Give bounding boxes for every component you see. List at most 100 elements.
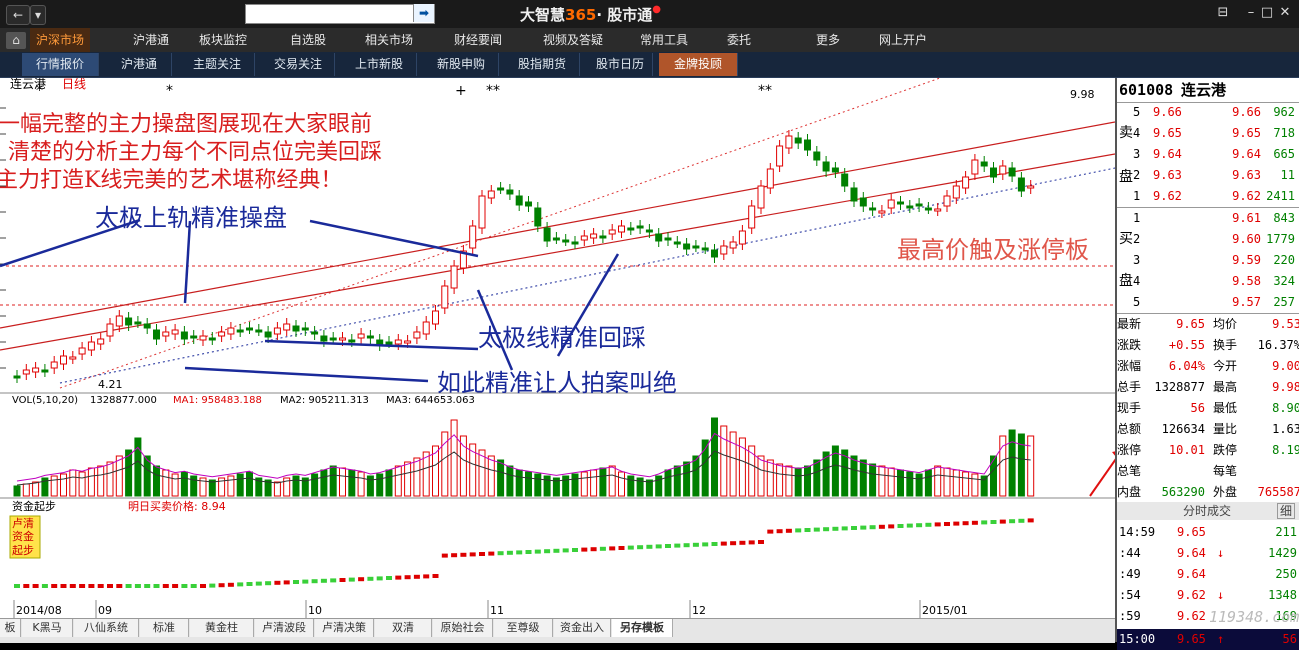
main-menu-item-3[interactable]: 自选股	[277, 28, 339, 52]
main-menu-item-2[interactable]: 板块监控	[187, 28, 259, 52]
volume-bar	[897, 469, 904, 497]
candle-body	[283, 323, 291, 331]
fund-bar	[218, 583, 225, 588]
candle-body	[841, 173, 849, 187]
stat-key1: 内盘	[1117, 485, 1142, 499]
volume-bar	[692, 455, 700, 497]
bottom-tab-1[interactable]: K黑马	[22, 619, 73, 637]
volume-bar	[227, 475, 235, 497]
fund-bar	[330, 578, 337, 583]
candle-body	[87, 341, 95, 351]
address-input[interactable]	[245, 4, 435, 24]
stock-header: 601008 连云港	[1117, 80, 1299, 102]
sub-menu-item-8[interactable]: 金牌投顾	[659, 53, 738, 76]
back-button[interactable]: ←	[6, 5, 30, 25]
bottom-tab-2[interactable]: 八仙系统	[74, 619, 139, 637]
fund-bar	[283, 580, 290, 585]
sub-menu-item-5[interactable]: 新股申购	[424, 53, 499, 76]
sub-menu-item-7[interactable]: 股市日历	[588, 53, 653, 76]
main-menu-item-5[interactable]: 财经要闻	[437, 28, 519, 52]
fund-bar	[358, 577, 365, 582]
buy-label-1: 盘	[1119, 273, 1133, 289]
candle-body	[887, 199, 895, 209]
chart-marker: +	[455, 83, 467, 99]
candle-body	[804, 139, 811, 151]
volume-bar	[804, 465, 811, 497]
candle-body	[60, 355, 67, 365]
fund-bar	[730, 541, 737, 546]
candle-body	[776, 145, 784, 167]
bottom-tab-8[interactable]: 原始社会	[433, 619, 493, 637]
go-button[interactable]: ➡	[413, 4, 434, 22]
history-dropdown-button[interactable]: ▾	[30, 5, 46, 25]
candle-body	[171, 329, 179, 335]
bottom-tab-4[interactable]: 黄金柱	[190, 619, 254, 637]
stat-val2: 8.90	[1272, 401, 1299, 415]
fund-bar	[60, 584, 67, 588]
stat-key1: 涨停	[1117, 443, 1142, 457]
bottom-tab-5[interactable]: 卢清波段	[255, 619, 314, 637]
sub-menu-item-3[interactable]: 交易关注	[262, 53, 335, 76]
volume-bar	[934, 465, 942, 497]
candle-body	[1017, 177, 1025, 192]
sub-menu-item-6[interactable]: 股指期货	[505, 53, 580, 76]
candle-body	[1008, 167, 1016, 177]
sub-menu-item-4[interactable]: 上市新股	[342, 53, 417, 76]
stock-code: 601008	[1119, 81, 1174, 99]
main-menu-item-8[interactable]: 委托	[715, 28, 763, 52]
stat-row: 总额 126634 量比 1.63	[1117, 419, 1299, 440]
main-menu-item-7[interactable]: 常用工具	[628, 28, 700, 52]
ticks-detail-button[interactable]: 细	[1276, 503, 1295, 519]
bottom-tab-11[interactable]: 另存模板	[612, 619, 673, 637]
vol-legend-ma1: MA1: 958483.188	[173, 395, 262, 406]
fund-bar	[999, 519, 1006, 524]
candle-body	[692, 245, 700, 249]
volume-bar	[348, 469, 356, 497]
main-menu-item-1[interactable]: 沪港通	[120, 28, 182, 52]
main-menu-item-9[interactable]: 更多	[802, 28, 854, 52]
volume-bar	[190, 475, 198, 497]
annotation-highest: 最高价触及涨停板	[897, 236, 1089, 264]
kline-chart-area[interactable]: * * + ** ** 连云港 日线 9.98 4.21 VOL(5,10,20) 1328877.…	[0, 78, 1115, 618]
sell-volume: 11	[1280, 168, 1295, 182]
bottom-tab-7[interactable]: 双清	[375, 619, 432, 637]
volume-bar	[859, 459, 867, 497]
main-menu-item-4[interactable]: 相关市场	[353, 28, 425, 52]
sell-level: 5	[1133, 105, 1141, 119]
fund-bar	[739, 540, 746, 545]
candle-body	[534, 207, 542, 227]
sell-level-row: 3 9.64 9.64 665	[1117, 144, 1299, 165]
home-icon[interactable]: ⌂	[6, 32, 26, 49]
close-button[interactable]: ✕	[1272, 4, 1298, 22]
main-menu-item-6[interactable]: 视频及答疑	[528, 28, 618, 52]
bottom-tab-6[interactable]: 卢清决策	[315, 619, 374, 637]
fund-legend-2: 起步	[12, 544, 34, 557]
candle-body	[952, 185, 960, 199]
volume-bar	[525, 471, 532, 497]
volume-bar	[273, 481, 281, 497]
bottom-tab-3[interactable]: 标准	[140, 619, 189, 637]
candle-body	[22, 369, 30, 375]
volume-bar	[292, 475, 300, 497]
restore-icon[interactable]: ⊟	[1210, 4, 1236, 22]
candle-body	[478, 195, 486, 229]
sub-menu-item-2[interactable]: 主题关注	[180, 53, 255, 76]
stat-val2: 9.53	[1272, 317, 1299, 331]
buy-volume: 257	[1273, 295, 1295, 309]
bottom-tab-10[interactable]: 资金出入	[554, 619, 611, 637]
bottom-tab-9[interactable]: 至尊级	[494, 619, 553, 637]
bottom-tab-0[interactable]: 板	[0, 619, 21, 637]
sub-menu-item-0[interactable]: 行情报价	[22, 53, 99, 76]
annotation-taiji-line: 太极线精准回踩	[478, 324, 646, 352]
volume-bar	[952, 469, 960, 497]
candle-body	[748, 205, 756, 229]
main-menu-item-10[interactable]: 网上开户	[866, 28, 940, 52]
fund-bar	[823, 527, 830, 532]
stat-row: 现手 56 最低 8.90	[1117, 398, 1299, 419]
app-title-separator: ·	[596, 6, 603, 24]
volume-bar	[115, 455, 123, 497]
sub-menu-item-1[interactable]: 沪港通	[107, 53, 172, 76]
date-label: 2014/08	[16, 604, 62, 617]
volume-bar	[515, 469, 523, 497]
main-menu-item-0[interactable]: 沪深市场	[30, 28, 90, 52]
